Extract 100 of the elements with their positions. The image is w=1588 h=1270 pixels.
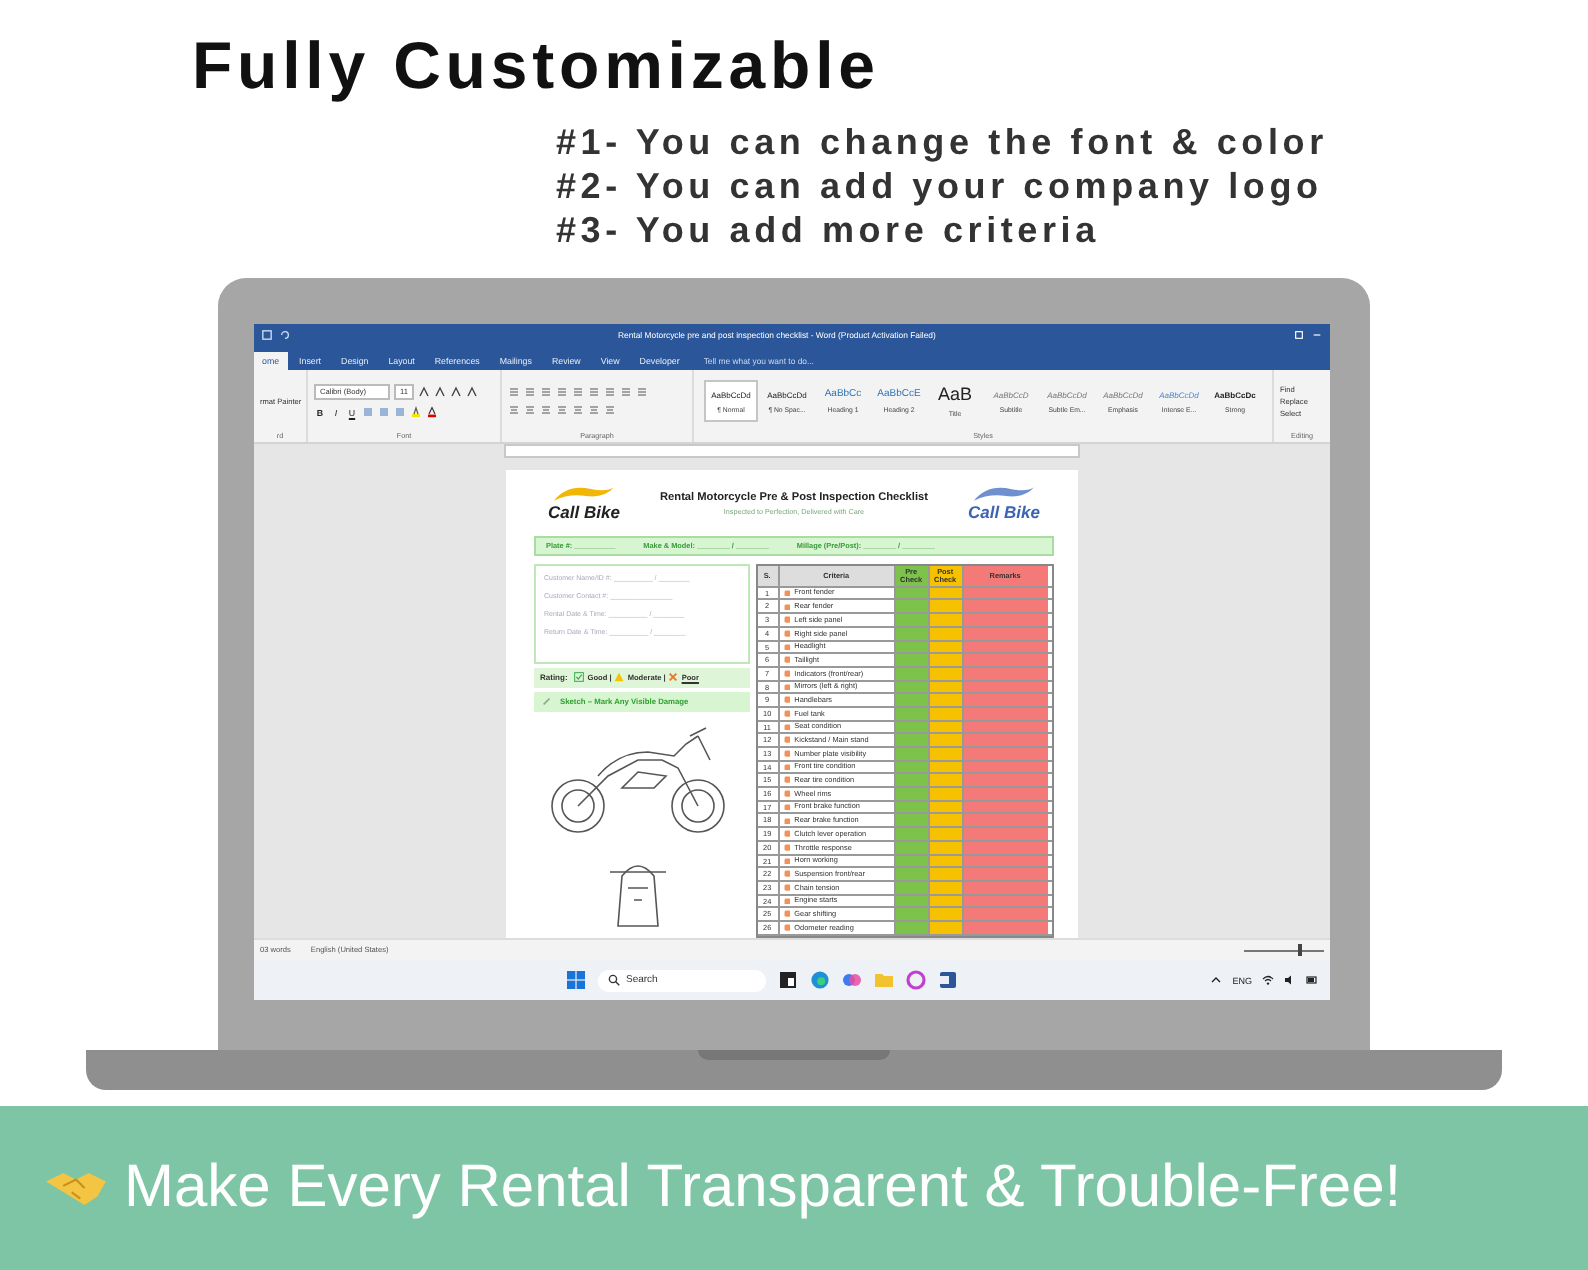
pre-check-cell[interactable] [895,801,930,813]
file-explorer-icon[interactable] [778,970,798,991]
remarks-cell[interactable] [963,614,1048,626]
post-check-cell[interactable] [929,774,964,787]
pre-check-cell[interactable] [895,681,930,693]
remarks-cell[interactable] [963,600,1048,613]
windows-logo-icon[interactable] [566,970,586,991]
pre-check-cell[interactable] [895,614,930,626]
paragraph-tool-icon[interactable] [636,386,648,399]
pre-check-cell[interactable] [895,641,930,653]
remarks-cell[interactable] [963,788,1048,800]
pre-check-cell[interactable] [895,587,930,599]
pre-check-cell[interactable] [895,654,930,666]
paragraph-tool-icon[interactable] [540,386,552,399]
post-check-cell[interactable] [929,600,964,613]
remarks-cell[interactable] [963,855,1048,867]
pre-check-cell[interactable] [895,828,930,840]
remarks-cell[interactable] [963,721,1048,733]
remarks-cell[interactable] [963,734,1048,747]
post-check-cell[interactable] [929,868,964,880]
remarks-cell[interactable] [963,828,1048,840]
word-app-icon[interactable] [938,970,958,991]
remarks-cell[interactable] [963,761,1048,773]
paragraph-tool-icon[interactable] [620,386,632,399]
remarks-cell[interactable] [963,868,1048,880]
paragraph-tool-icon[interactable] [604,404,616,417]
logo-text: Call Bike [548,504,620,523]
post-check-cell[interactable] [929,908,964,920]
pre-check-cell[interactable] [895,908,930,920]
pre-check-cell[interactable] [895,600,930,613]
post-check-cell[interactable] [929,748,964,760]
post-check-cell[interactable] [929,761,964,773]
restore-icon[interactable] [1294,330,1304,341]
feature-line: #1- You can change the font & color [556,120,1330,164]
paragraph-tool-icon[interactable] [524,404,536,417]
pre-check-cell[interactable] [895,734,930,747]
caret-icon[interactable] [1210,974,1223,987]
remarks-cell[interactable] [963,654,1048,666]
pre-check-cell[interactable] [895,748,930,760]
minimize-icon[interactable] [1312,330,1322,341]
remarks-cell[interactable] [963,641,1048,653]
paragraph-tool-icon[interactable] [588,404,600,417]
paragraph-tool-icon[interactable] [588,386,600,399]
remarks-cell[interactable] [963,908,1048,920]
pre-check-cell[interactable] [895,868,930,880]
pre-check-cell[interactable] [895,814,930,827]
remarks-cell[interactable] [963,748,1048,760]
paragraph-tool-icon[interactable] [572,404,584,417]
folder-icon[interactable] [874,970,894,991]
logo-swoosh-icon [969,484,1038,505]
undo-icon[interactable] [280,330,290,341]
pre-check-cell[interactable] [895,761,930,773]
remarks-cell[interactable] [963,895,1048,907]
highlight-icon[interactable] [410,406,422,419]
app-icon[interactable] [906,970,926,991]
remarks-cell[interactable] [963,814,1048,827]
browser-icon[interactable] [810,970,830,991]
speaker-icon[interactable] [1284,974,1296,987]
pencil-icon [542,696,552,707]
remarks-cell[interactable] [963,681,1048,693]
pre-check-cell[interactable] [895,855,930,867]
save-icon[interactable] [262,330,272,341]
pre-check-cell[interactable] [895,694,930,706]
paragraph-tool-icon[interactable] [556,404,568,417]
post-check-cell[interactable] [929,788,964,800]
post-check-cell[interactable] [929,694,964,706]
copilot-icon[interactable] [842,970,862,991]
post-check-cell[interactable] [929,721,964,733]
post-check-cell[interactable] [929,814,964,827]
paragraph-tool-icon[interactable] [572,386,584,399]
post-check-cell[interactable] [929,828,964,840]
remarks-cell[interactable] [963,694,1048,706]
font-color-icon[interactable] [426,406,438,419]
remarks-cell[interactable] [963,587,1048,599]
post-check-cell[interactable] [929,614,964,626]
paragraph-tool-icon[interactable] [508,404,520,417]
zoom-slider[interactable] [1244,944,1324,957]
post-check-cell[interactable] [929,801,964,813]
remarks-cell[interactable] [963,801,1048,813]
post-check-cell[interactable] [929,734,964,747]
post-check-cell[interactable] [929,587,964,599]
post-check-cell[interactable] [929,681,964,693]
paragraph-tool-icon[interactable] [508,386,520,399]
paragraph-tool-icon[interactable] [540,404,552,417]
paragraph-tool-icon[interactable] [524,386,536,399]
pre-check-cell[interactable] [895,788,930,800]
feature-line: #3- You add more criteria [556,208,1102,252]
post-check-cell[interactable] [929,654,964,666]
paragraph-tool-icon[interactable] [604,386,616,399]
pre-check-cell[interactable] [895,895,930,907]
wifi-icon[interactable] [1262,974,1274,987]
post-check-cell[interactable] [929,855,964,867]
battery-icon[interactable] [1306,974,1318,987]
remarks-cell[interactable] [963,774,1048,787]
logo-text: Call Bike [968,504,1040,523]
post-check-cell[interactable] [929,895,964,907]
paragraph-tool-icon[interactable] [556,386,568,399]
pre-check-cell[interactable] [895,721,930,733]
post-check-cell[interactable] [929,641,964,653]
pre-check-cell[interactable] [895,774,930,787]
